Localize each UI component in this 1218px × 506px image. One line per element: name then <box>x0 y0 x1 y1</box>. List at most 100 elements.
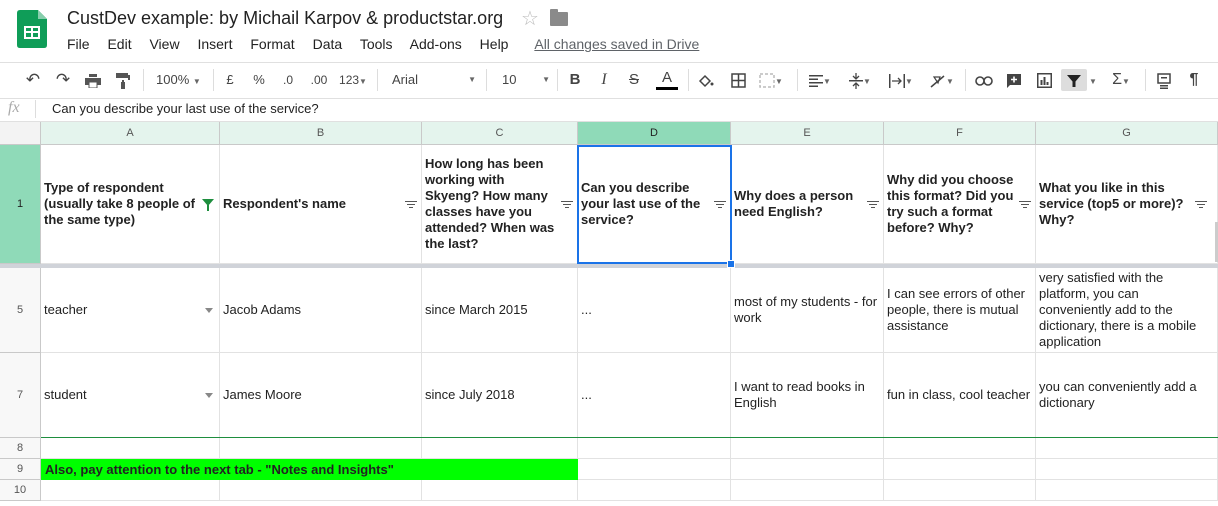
data-cell[interactable]: most of my students - for work <box>731 268 884 353</box>
borders-icon[interactable] <box>727 69 749 91</box>
font-size-select[interactable]: 10 ▼ <box>494 69 550 91</box>
highlighted-note-cell[interactable]: Also, pay attention to the next tab - "N… <box>41 459 578 480</box>
font-family-select[interactable]: Arial ▼ <box>384 69 476 91</box>
row-header-9[interactable]: 9 <box>0 459 41 480</box>
menu-tools[interactable]: Tools <box>360 36 393 52</box>
data-cell[interactable]: Jacob Adams <box>220 268 422 353</box>
italic-button[interactable]: I <box>594 69 614 91</box>
empty-cell[interactable] <box>422 438 578 459</box>
empty-cell[interactable] <box>1036 459 1218 480</box>
filter-icon[interactable] <box>1019 201 1031 208</box>
filter-icon[interactable] <box>405 201 417 208</box>
empty-cell[interactable] <box>578 438 731 459</box>
filter-icon[interactable] <box>1195 201 1207 208</box>
empty-cell[interactable] <box>884 438 1036 459</box>
data-cell[interactable]: student <box>41 353 220 438</box>
column-header-f[interactable]: F <box>884 122 1036 145</box>
empty-cell[interactable] <box>884 459 1036 480</box>
header-cell-duration[interactable]: How long has been working with Skyeng? H… <box>422 145 578 264</box>
menu-format[interactable]: Format <box>250 36 294 52</box>
fill-color-icon[interactable] <box>695 69 717 91</box>
filter-icon[interactable] <box>867 201 879 208</box>
folder-icon[interactable] <box>550 9 568 26</box>
empty-cell[interactable] <box>731 438 884 459</box>
column-header-a[interactable]: A <box>41 122 220 145</box>
text-rotation-icon[interactable]: ▼ <box>925 69 959 91</box>
menu-file[interactable]: File <box>67 36 90 52</box>
text-wrap-icon[interactable]: ▼ <box>884 69 918 91</box>
column-header-b[interactable]: B <box>220 122 422 145</box>
save-status-link[interactable]: All changes saved in Drive <box>534 36 699 52</box>
strikethrough-button[interactable]: S <box>624 69 644 91</box>
paint-format-icon[interactable] <box>112 69 134 91</box>
input-tools-icon[interactable] <box>1153 69 1175 91</box>
header-cell-name[interactable]: Respondent's name <box>220 145 422 264</box>
row-header-7[interactable]: 7 <box>0 353 41 438</box>
formula-input[interactable]: Can you describe your last use of the se… <box>52 101 319 116</box>
header-cell-why-english[interactable]: Why does a person need English? <box>731 145 884 264</box>
filter-caret-icon[interactable]: ▼ <box>1088 69 1098 91</box>
menu-edit[interactable]: Edit <box>107 36 131 52</box>
merge-cells-icon[interactable]: ▼ <box>756 69 786 91</box>
header-cell-likes[interactable]: What you like in this service (top5 or m… <box>1036 145 1218 264</box>
empty-cell[interactable] <box>578 459 731 480</box>
currency-button[interactable]: £ <box>220 69 240 91</box>
row-header-1[interactable]: 1 <box>0 145 41 264</box>
text-direction-button[interactable]: ¶ <box>1183 69 1205 91</box>
row-header-5[interactable]: 5 <box>0 268 41 353</box>
text-color-button[interactable]: A <box>654 69 680 91</box>
empty-cell[interactable] <box>578 480 731 501</box>
header-cell-last-use[interactable]: Can you describe your last use of the se… <box>578 145 731 264</box>
column-header-e[interactable]: E <box>731 122 884 145</box>
data-cell[interactable]: ... <box>578 268 731 353</box>
decrease-decimal-button[interactable]: .0 <box>277 69 299 91</box>
insert-chart-icon[interactable] <box>1033 69 1055 91</box>
dropdown-arrow-icon[interactable] <box>205 393 213 398</box>
empty-cell[interactable] <box>1036 480 1218 501</box>
document-title[interactable]: CustDev example: by Michail Karpov & pro… <box>67 8 503 29</box>
fill-handle[interactable] <box>727 260 735 268</box>
column-header-g[interactable]: G <box>1036 122 1218 145</box>
filter-icon[interactable] <box>561 201 573 208</box>
data-cell[interactable]: since March 2015 <box>422 268 578 353</box>
star-icon[interactable]: ☆ <box>521 6 539 31</box>
empty-cell[interactable] <box>220 480 422 501</box>
menu-addons[interactable]: Add-ons <box>410 36 462 52</box>
row-header-10[interactable]: 10 <box>0 480 41 501</box>
increase-decimal-button[interactable]: .00 <box>306 69 332 91</box>
data-cell[interactable]: James Moore <box>220 353 422 438</box>
header-cell-why-format[interactable]: Why did you choose this format? Did you … <box>884 145 1036 264</box>
empty-cell[interactable] <box>1036 438 1218 459</box>
menu-view[interactable]: View <box>149 36 179 52</box>
data-cell[interactable]: I want to read books in English <box>731 353 884 438</box>
data-cell[interactable]: very satisfied with the platform, you ca… <box>1036 268 1218 353</box>
filter-active-icon[interactable] <box>202 199 214 211</box>
select-all-corner[interactable] <box>0 122 41 145</box>
vertical-align-icon[interactable]: ▼ <box>843 69 877 91</box>
insert-comment-icon[interactable] <box>1003 69 1025 91</box>
data-cell[interactable]: since July 2018 <box>422 353 578 438</box>
percent-button[interactable]: % <box>249 69 269 91</box>
row-header-8[interactable]: 8 <box>0 438 41 459</box>
print-icon[interactable] <box>82 69 104 91</box>
dropdown-arrow-icon[interactable] <box>205 308 213 313</box>
empty-cell[interactable] <box>422 480 578 501</box>
header-cell-type[interactable]: Type of respondent (usually take 8 peopl… <box>41 145 220 264</box>
empty-cell[interactable] <box>41 480 220 501</box>
functions-button[interactable]: Σ▼ <box>1106 69 1136 91</box>
redo-icon[interactable]: ↷ <box>52 69 74 91</box>
menu-insert[interactable]: Insert <box>197 36 232 52</box>
column-header-c[interactable]: C <box>422 122 578 145</box>
insert-link-icon[interactable] <box>973 69 995 91</box>
filter-icon[interactable] <box>714 201 726 208</box>
data-cell[interactable]: you can conveniently add a dictionary <box>1036 353 1218 438</box>
filter-icon[interactable] <box>1061 69 1087 91</box>
horizontal-align-icon[interactable]: ▼ <box>805 69 835 91</box>
empty-cell[interactable] <box>220 438 422 459</box>
undo-icon[interactable]: ↶ <box>22 69 44 91</box>
zoom-select[interactable]: 100% ▼ <box>150 69 212 91</box>
more-formats-button[interactable]: 123▼ <box>336 69 370 91</box>
data-cell[interactable]: teacher <box>41 268 220 353</box>
menu-help[interactable]: Help <box>480 36 509 52</box>
empty-cell[interactable] <box>731 459 884 480</box>
